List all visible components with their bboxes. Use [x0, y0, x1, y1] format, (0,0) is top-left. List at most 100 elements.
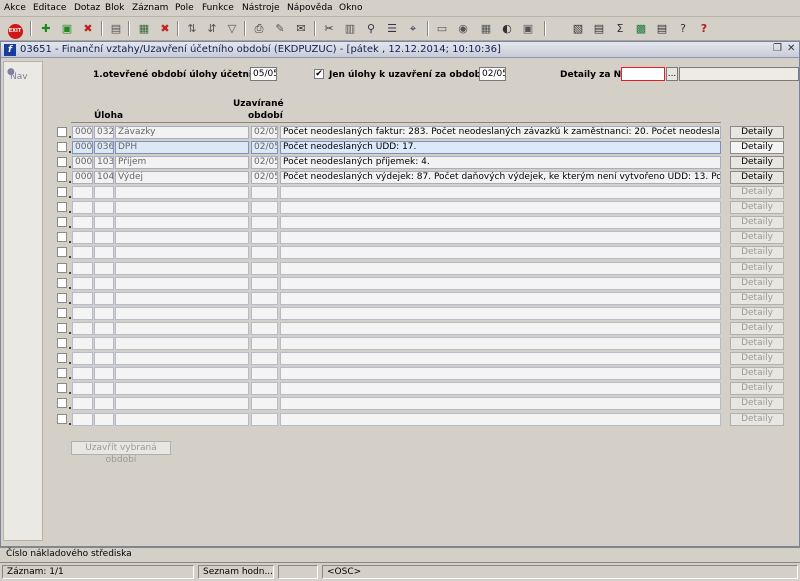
row-period[interactable]: [251, 201, 278, 215]
row-text[interactable]: [280, 397, 721, 411]
row-code2[interactable]: [94, 261, 114, 275]
close-selected-periods-button[interactable]: Uzavřít vybraná období: [71, 441, 171, 465]
row-select-checkbox[interactable]: [57, 307, 67, 318]
row-period[interactable]: [251, 216, 278, 230]
details-button[interactable]: Detaily: [730, 141, 784, 154]
row-task-name[interactable]: [115, 382, 249, 396]
row-text[interactable]: [280, 201, 721, 215]
menu-funkce[interactable]: Funkce: [202, 3, 234, 13]
row-select-checkbox[interactable]: [57, 338, 67, 348]
sort-desc-icon[interactable]: ⇵: [203, 20, 221, 37]
attach-icon[interactable]: ⌖: [404, 20, 422, 37]
details-button[interactable]: Detaily: [730, 261, 784, 275]
paste-icon[interactable]: ▥: [341, 20, 359, 37]
details-ns-field[interactable]: [621, 67, 665, 81]
row-code2[interactable]: [94, 231, 114, 245]
row-code2[interactable]: [94, 382, 114, 396]
row-code2[interactable]: [94, 306, 114, 320]
details-button[interactable]: Detaily: [730, 397, 784, 411]
print-report-icon[interactable]: ⎙: [250, 20, 268, 37]
menu-dotaz[interactable]: Dotaz: [74, 3, 100, 13]
row-select-checkbox[interactable]: [57, 142, 67, 152]
row-task-name[interactable]: Závazky: [115, 126, 249, 139]
row-period[interactable]: 02/05: [251, 171, 278, 184]
row-code2[interactable]: 036: [94, 141, 114, 154]
delete-record-icon[interactable]: ✖: [79, 20, 97, 37]
row-period[interactable]: [251, 382, 278, 396]
details-button[interactable]: Detaily: [730, 156, 784, 169]
row-period[interactable]: [251, 352, 278, 366]
row-code1[interactable]: [72, 321, 93, 335]
row-text[interactable]: [280, 352, 721, 366]
row-task-name[interactable]: Příjem: [115, 156, 249, 169]
question-icon[interactable]: ?: [674, 20, 692, 37]
row-code1[interactable]: [72, 291, 93, 305]
row-period[interactable]: [251, 186, 278, 199]
row-code2[interactable]: [94, 397, 114, 411]
row-period[interactable]: [251, 397, 278, 411]
row-text[interactable]: [280, 412, 721, 426]
row-task-name[interactable]: [115, 231, 249, 245]
row-code2[interactable]: 032: [94, 126, 114, 139]
row-select-checkbox[interactable]: [57, 217, 67, 228]
print-icon[interactable]: ▤: [107, 20, 125, 37]
row-text[interactable]: [280, 306, 721, 320]
row-period[interactable]: [251, 246, 278, 260]
row-select-checkbox[interactable]: [57, 232, 67, 243]
row-code1[interactable]: [72, 246, 93, 260]
row-code2[interactable]: [94, 337, 114, 350]
row-select-checkbox[interactable]: [57, 157, 67, 167]
filter-icon[interactable]: ▽: [223, 20, 241, 37]
row-code1[interactable]: [72, 231, 93, 245]
row-task-name[interactable]: [115, 397, 249, 411]
row-period[interactable]: 02/05: [251, 126, 278, 139]
menu-akce[interactable]: Akce: [4, 3, 26, 13]
row-code1[interactable]: [72, 367, 93, 381]
row-code2[interactable]: [94, 291, 114, 305]
row-text[interactable]: Počet neodeslaných příjemek: 4.: [280, 156, 721, 169]
row-task-name[interactable]: [115, 186, 249, 199]
row-text[interactable]: Počet neodeslaných výdejek: 87. Počet da…: [280, 171, 721, 184]
details-button[interactable]: Detaily: [730, 276, 784, 290]
row-task-name[interactable]: [115, 367, 249, 381]
row-select-checkbox[interactable]: [57, 202, 67, 213]
row-task-name[interactable]: Výdej: [115, 171, 249, 184]
row-select-checkbox[interactable]: [57, 292, 67, 303]
details-button[interactable]: Detaily: [730, 382, 784, 396]
row-code2[interactable]: [94, 246, 114, 260]
nav-pane[interactable]: ● Nav: [3, 61, 43, 541]
row-text[interactable]: Počet neodeslaných UDD: 17.: [280, 141, 721, 154]
details-button[interactable]: Detaily: [730, 337, 784, 350]
row-task-name[interactable]: [115, 246, 249, 260]
row-text[interactable]: [280, 276, 721, 290]
details-button[interactable]: Detaily: [730, 171, 784, 184]
insert-record-icon[interactable]: ✚: [37, 20, 55, 37]
menu-zaznam[interactable]: Záznam: [132, 3, 168, 13]
row-task-name[interactable]: [115, 352, 249, 366]
row-period[interactable]: [251, 231, 278, 245]
row-task-name[interactable]: [115, 412, 249, 426]
details-button[interactable]: Detaily: [730, 412, 784, 426]
row-code2[interactable]: 104: [94, 171, 114, 184]
document-icon[interactable]: ▭: [433, 20, 451, 37]
row-period[interactable]: [251, 367, 278, 381]
search-icon[interactable]: ⚲: [362, 20, 380, 37]
row-code2[interactable]: [94, 186, 114, 199]
details-button[interactable]: Detaily: [730, 216, 784, 230]
first-open-period-field[interactable]: 05/05: [250, 67, 277, 81]
only-tasks-checkbox[interactable]: ✔: [314, 69, 324, 79]
row-code1[interactable]: [72, 276, 93, 290]
what-is-this-icon[interactable]: ?: [695, 20, 713, 37]
row-select-checkbox[interactable]: [57, 398, 67, 409]
row-text[interactable]: [280, 337, 721, 350]
row-period[interactable]: [251, 291, 278, 305]
row-code2[interactable]: 103: [94, 156, 114, 169]
menu-nastroje[interactable]: Nástroje: [242, 3, 280, 13]
row-code2[interactable]: [94, 321, 114, 335]
row-text[interactable]: Počet neodeslaných faktur: 283. Počet ne…: [280, 126, 721, 139]
calendar-icon[interactable]: ▦: [477, 20, 495, 37]
help-icon[interactable]: ▤: [590, 20, 608, 37]
details-button[interactable]: Detaily: [730, 126, 784, 139]
details-button[interactable]: Detaily: [730, 201, 784, 215]
row-code1[interactable]: 000: [72, 156, 93, 169]
